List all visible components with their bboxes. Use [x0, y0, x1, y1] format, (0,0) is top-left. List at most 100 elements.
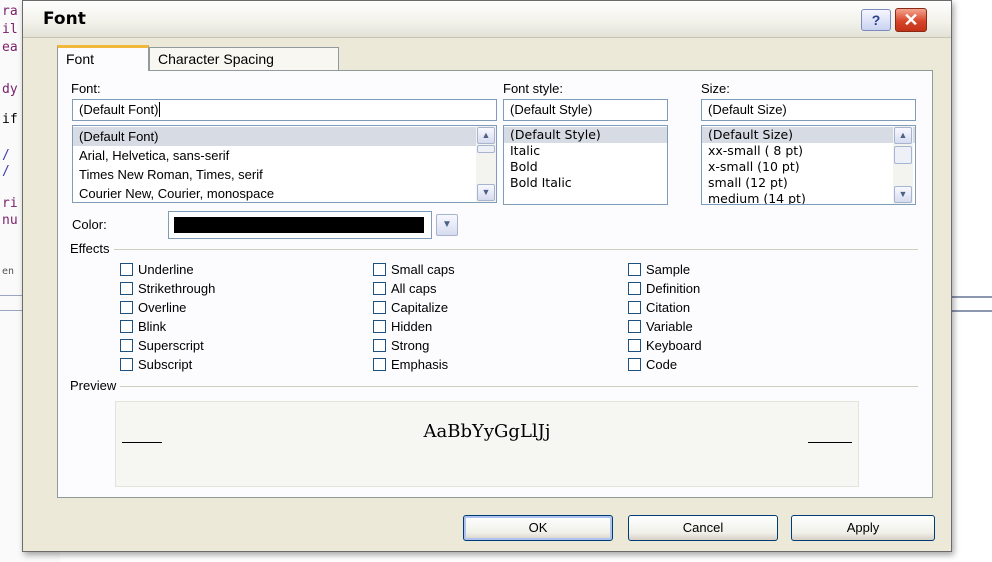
checkbox-icon[interactable]	[628, 339, 641, 352]
checkbox-icon[interactable]	[373, 282, 386, 295]
bg-code-line: if	[2, 112, 18, 127]
checkbox-label: Variable	[646, 319, 693, 334]
cancel-button[interactable]: Cancel	[628, 515, 778, 541]
tab-font[interactable]: Font	[57, 45, 149, 71]
size-listbox[interactable]: (Default Size) xx-small ( 8 pt) x-small …	[701, 125, 916, 205]
list-item[interactable]: xx-small ( 8 pt)	[702, 143, 915, 159]
checkbox-icon[interactable]	[120, 320, 133, 333]
font-scrollbar[interactable]: ▲ ▼	[476, 126, 496, 202]
list-item[interactable]: small (12 pt)	[702, 175, 915, 191]
strong-checkbox[interactable]: Strong	[373, 337, 429, 355]
all-caps-checkbox[interactable]: All caps	[373, 280, 437, 298]
font-style-input[interactable]: (Default Style)	[503, 99, 668, 121]
preview-rule-right	[808, 442, 852, 443]
scroll-thumb[interactable]	[894, 146, 912, 164]
preview-text: AaBbYyGgLlJj	[423, 421, 551, 442]
preview-divider	[72, 386, 918, 387]
checkbox-icon[interactable]	[628, 282, 641, 295]
bg-code-line: il	[2, 22, 18, 37]
checkbox-label: Sample	[646, 262, 691, 277]
checkbox-label: All caps	[391, 281, 437, 296]
font-input[interactable]: (Default Font)	[72, 99, 497, 121]
overline-checkbox[interactable]: Overline	[120, 299, 186, 317]
list-item[interactable]: medium (14 pt)	[702, 191, 915, 204]
font-listbox[interactable]: (Default Font) Arial, Helvetica, sans-se…	[72, 125, 497, 203]
checkbox-icon[interactable]	[120, 282, 133, 295]
apply-button[interactable]: Apply	[791, 515, 935, 541]
checkbox-icon[interactable]	[373, 320, 386, 333]
title-bar[interactable]: Font ? ✕	[23, 1, 951, 38]
color-picker[interactable]	[168, 211, 432, 239]
bg-code-line: /	[2, 148, 10, 163]
size-input[interactable]: (Default Size)	[701, 99, 916, 121]
help-button[interactable]: ?	[861, 9, 891, 31]
preview-area: AaBbYyGgLlJj	[115, 401, 859, 487]
preview-rule-left	[122, 442, 162, 443]
checkbox-icon[interactable]	[120, 263, 133, 276]
checkbox-label: Capitalize	[391, 300, 449, 315]
list-item[interactable]: (Default Style)	[504, 127, 667, 143]
scroll-up-icon[interactable]: ▲	[477, 127, 495, 144]
dialog-title: Font	[43, 9, 86, 29]
scroll-down-icon[interactable]: ▼	[477, 184, 495, 201]
list-item[interactable]: (Default Font)	[73, 127, 496, 146]
checkbox-icon[interactable]	[373, 301, 386, 314]
font-input-value: (Default Font)	[79, 102, 159, 117]
checkbox-icon[interactable]	[628, 358, 641, 371]
color-swatch	[174, 217, 424, 233]
definition-checkbox[interactable]: Definition	[628, 280, 700, 298]
emphasis-checkbox[interactable]: Emphasis	[373, 356, 448, 374]
list-item[interactable]: (Default Size)	[702, 127, 915, 143]
chevron-down-icon[interactable]: ▼	[436, 214, 458, 236]
checkbox-icon[interactable]	[628, 320, 641, 333]
checkbox-icon[interactable]	[120, 339, 133, 352]
bg-code-line: ea	[2, 40, 18, 55]
list-item[interactable]: Courier New, Courier, monospace	[73, 184, 496, 202]
checkbox-icon[interactable]	[628, 301, 641, 314]
sample-checkbox[interactable]: Sample	[628, 261, 690, 279]
checkbox-label: Citation	[646, 300, 691, 315]
checkbox-icon[interactable]	[373, 358, 386, 371]
hidden-checkbox[interactable]: Hidden	[373, 318, 432, 336]
size-scrollbar[interactable]: ▲ ▼	[893, 126, 913, 204]
blink-checkbox[interactable]: Blink	[120, 318, 166, 336]
checkbox-label: Hidden	[391, 319, 433, 334]
checkbox-icon[interactable]	[120, 301, 133, 314]
variable-checkbox[interactable]: Variable	[628, 318, 693, 336]
font-tab-panel: Font: (Default Font) (Default Font) Aria…	[57, 70, 933, 498]
subscript-checkbox[interactable]: Subscript	[120, 356, 192, 374]
checkbox-icon[interactable]	[373, 263, 386, 276]
size-label: Size:	[701, 81, 730, 96]
scroll-down-icon[interactable]: ▼	[894, 186, 912, 203]
scroll-up-icon[interactable]: ▲	[894, 127, 912, 144]
bg-code-line: /	[2, 164, 10, 179]
list-item[interactable]: Arial, Helvetica, sans-serif	[73, 146, 496, 165]
list-item[interactable]: x-small (10 pt)	[702, 159, 915, 175]
font-style-listbox[interactable]: (Default Style) Italic Bold Bold Italic	[503, 125, 668, 205]
keyboard-checkbox[interactable]: Keyboard	[628, 337, 702, 355]
bg-code-line: ri	[2, 196, 18, 211]
checkbox-icon[interactable]	[120, 358, 133, 371]
scroll-thumb[interactable]	[477, 145, 495, 153]
citation-checkbox[interactable]: Citation	[628, 299, 690, 317]
underline-checkbox[interactable]: Underline	[120, 261, 194, 279]
ok-button[interactable]: OK	[463, 515, 613, 541]
close-button[interactable]: ✕	[895, 8, 927, 32]
color-label: Color:	[72, 217, 107, 232]
list-item[interactable]: Bold Italic	[504, 175, 667, 191]
list-item[interactable]: Italic	[504, 143, 667, 159]
small-caps-checkbox[interactable]: Small caps	[373, 261, 455, 279]
strikethrough-checkbox[interactable]: Strikethrough	[120, 280, 215, 298]
checkbox-label: Code	[646, 357, 678, 372]
superscript-checkbox[interactable]: Superscript	[120, 337, 204, 355]
capitalize-checkbox[interactable]: Capitalize	[373, 299, 448, 317]
checkbox-icon[interactable]	[628, 263, 641, 276]
checkbox-label: Definition	[646, 281, 701, 296]
checkbox-icon[interactable]	[373, 339, 386, 352]
list-item[interactable]: Times New Roman, Times, serif	[73, 165, 496, 184]
size-input-value: (Default Size)	[708, 102, 787, 117]
code-checkbox[interactable]: Code	[628, 356, 677, 374]
tab-character-spacing[interactable]: Character Spacing	[149, 47, 339, 71]
list-item[interactable]: Bold	[504, 159, 667, 175]
bg-code-line: en	[2, 266, 15, 277]
